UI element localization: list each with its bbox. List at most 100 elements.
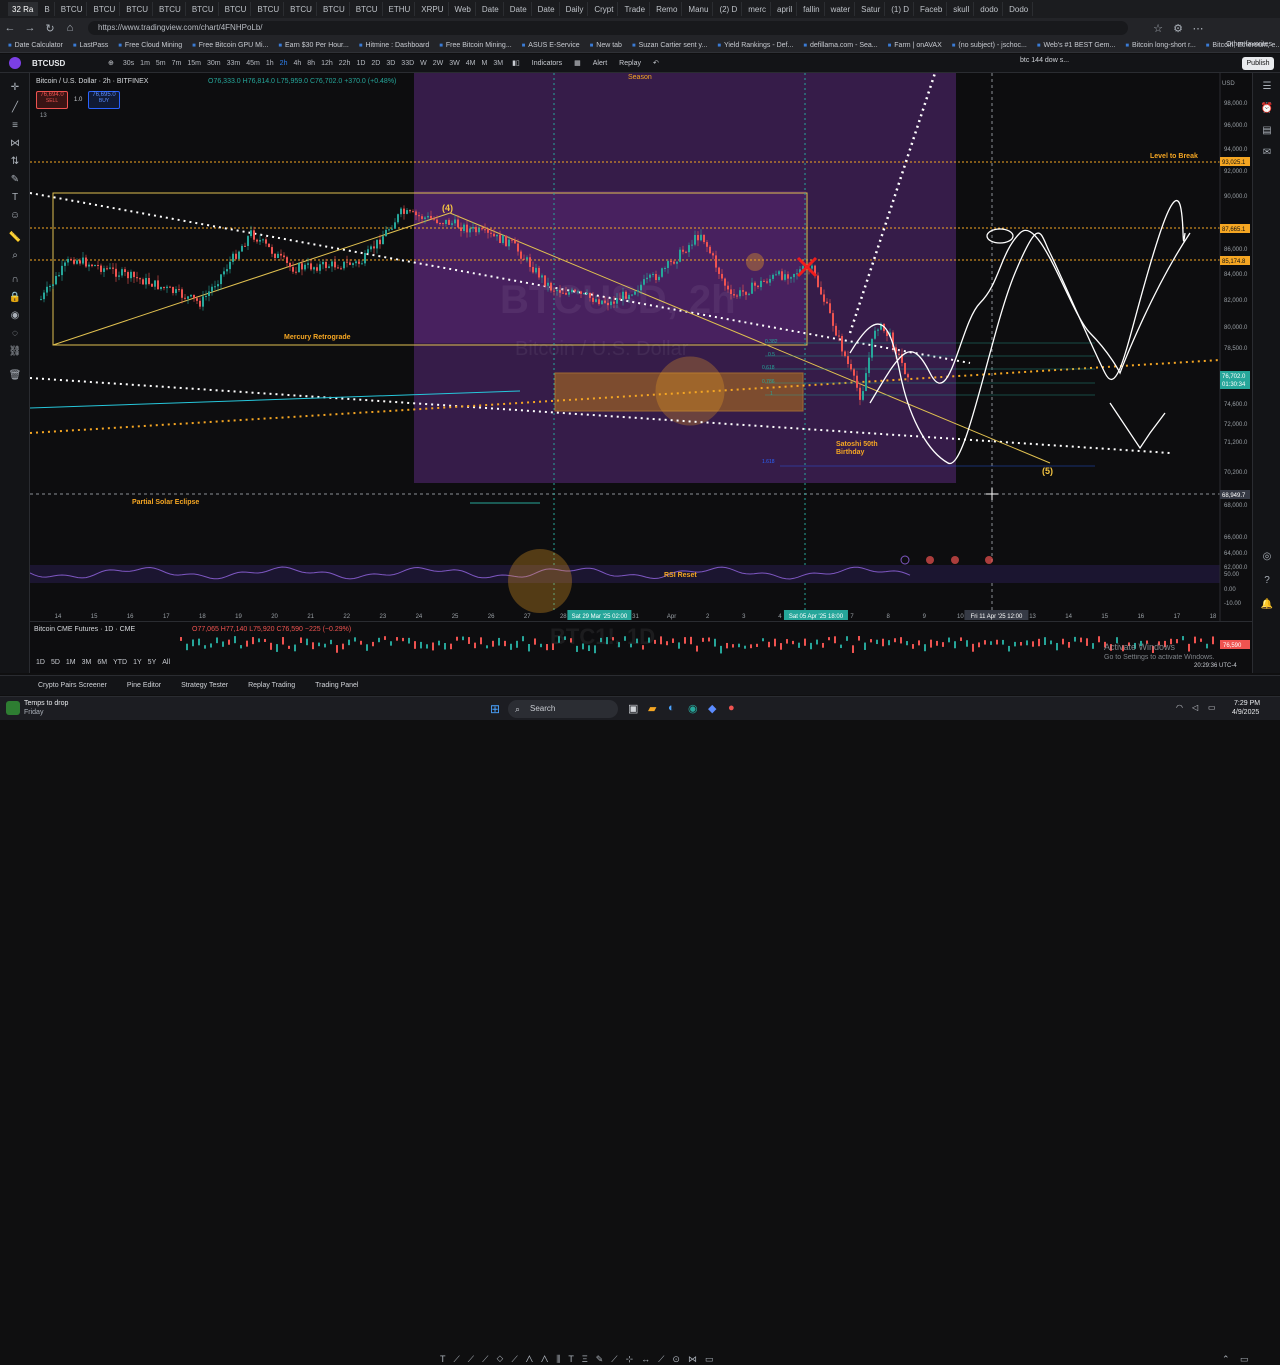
windows-start-icon[interactable]: ⊞ xyxy=(490,702,500,716)
browser-tab[interactable]: BTCU xyxy=(188,2,219,16)
tab-strategy-tester[interactable]: Strategy Tester xyxy=(171,682,238,689)
menu-icon[interactable]: ⋯ xyxy=(1188,22,1208,35)
range-button[interactable]: 5D xyxy=(51,659,60,666)
range-button[interactable]: 6M xyxy=(97,659,107,666)
timeframe-option[interactable]: 30s xyxy=(120,60,137,67)
range-button[interactable]: 5Y xyxy=(148,659,157,666)
browser-tab[interactable]: B xyxy=(40,2,55,16)
user-avatar[interactable] xyxy=(9,57,21,69)
file-explorer-icon[interactable]: ▰ xyxy=(648,702,656,715)
browser-tab[interactable]: (1) D xyxy=(887,2,915,16)
timeframe-option[interactable]: 12h xyxy=(318,60,336,67)
browser-tab[interactable]: skull xyxy=(949,2,975,16)
link-icon[interactable]: ⛓ xyxy=(8,345,22,359)
volume-icon[interactable]: ◁ xyxy=(1192,703,1198,712)
bookmark-item[interactable]: Suzan Cartier sent y... xyxy=(632,42,708,49)
timeframe-option[interactable]: 45m xyxy=(243,60,263,67)
timeframe-option[interactable]: 22h xyxy=(336,60,354,67)
trendline-icon[interactable]: ╱ xyxy=(8,101,22,115)
battery-icon[interactable]: ▭ xyxy=(1208,703,1216,712)
app-icon[interactable]: ◆ xyxy=(708,702,716,715)
weather-icon[interactable] xyxy=(6,701,20,715)
emoji-icon[interactable]: ☺ xyxy=(8,209,22,223)
timeframe-option[interactable]: W xyxy=(417,60,430,67)
buy-button[interactable]: 76,695.0 BUY xyxy=(88,91,120,109)
timeframe-option[interactable]: 7m xyxy=(169,60,185,67)
symbol-search[interactable]: BTCUSD xyxy=(32,59,102,68)
timeframe-option[interactable]: 33m xyxy=(224,60,244,67)
timeframe-option[interactable]: 2D xyxy=(368,60,383,67)
bookmark-item[interactable]: Web's #1 BEST Gem... xyxy=(1037,42,1115,49)
bookmark-item[interactable]: ASUS E-Service xyxy=(522,42,579,49)
browser-tab[interactable]: Faceb xyxy=(916,2,948,16)
collapse-panel-icon[interactable]: ⌃ xyxy=(1222,1354,1230,1365)
brush-icon[interactable]: ✎ xyxy=(8,173,22,187)
prediction-icon[interactable]: ⇅ xyxy=(8,155,22,169)
star-icon[interactable]: ☆ xyxy=(1148,22,1168,35)
browser-tab[interactable]: Daily xyxy=(562,2,589,16)
timeframe-option[interactable]: 1m xyxy=(137,60,153,67)
timeframe-option[interactable]: M xyxy=(478,60,490,67)
browser-tab[interactable]: Manu xyxy=(684,2,714,16)
taskbar-search[interactable]: ⌕ Search xyxy=(508,700,618,718)
bookmark-item[interactable]: New tab xyxy=(590,42,622,49)
timeframe-option[interactable]: 1h xyxy=(263,60,277,67)
forward-icon[interactable]: → xyxy=(20,22,40,34)
browser-tab[interactable]: Dodo xyxy=(1005,2,1034,16)
text-icon[interactable]: T xyxy=(8,191,22,205)
sell-button[interactable]: 76,694.0 SELL xyxy=(36,91,68,109)
browser-tab[interactable]: dodo xyxy=(976,2,1004,16)
browser-tab[interactable]: BTCU xyxy=(89,2,121,16)
browser-tab[interactable]: Web xyxy=(451,2,476,16)
bookmark-item[interactable]: Free Bitcoin GPU Mi... xyxy=(192,42,269,49)
timeframe-option[interactable]: 30m xyxy=(204,60,224,67)
timeframe-option[interactable]: 33D xyxy=(398,60,417,67)
browser-tab[interactable]: BTCU xyxy=(352,2,383,16)
browser-tab[interactable]: BTCU xyxy=(57,2,88,16)
range-button[interactable]: 1D xyxy=(36,659,45,666)
bookmark-item[interactable]: Bitcoin long-short r... xyxy=(1125,42,1196,49)
timeframe-option[interactable]: 1D xyxy=(353,60,368,67)
alerts-icon[interactable]: ⏰ xyxy=(1260,103,1274,117)
edge-icon[interactable]: ◐ xyxy=(668,702,675,714)
browser-tab[interactable]: water xyxy=(827,2,856,16)
timeframe-option[interactable]: 3W xyxy=(446,60,463,67)
bookmark-item[interactable]: Date Calculator xyxy=(8,42,63,49)
bookmark-item[interactable]: Earn $30 Per Hour... xyxy=(278,42,349,49)
app-icon-2[interactable]: ● xyxy=(728,702,735,714)
publish-button[interactable]: Publish xyxy=(1242,57,1274,70)
price-axis[interactable]: 98,000.0 96,000.0 94,000.0 92,000.0 90,000.0… xyxy=(1224,101,1248,571)
range-button[interactable]: All xyxy=(162,659,170,666)
browser-tab[interactable]: merc xyxy=(744,2,771,16)
timeframe-option[interactable]: 2W xyxy=(430,60,447,67)
home-icon[interactable]: ⌂ xyxy=(60,22,80,34)
timeframe-option[interactable]: 3D xyxy=(383,60,398,67)
chart-canvas[interactable]: (4) (5) Mercury Retrograde Partial Solar… xyxy=(29,72,1252,621)
chart-type-icon[interactable]: ▮▯ xyxy=(506,59,526,67)
add-symbol-icon[interactable]: ⊕ xyxy=(102,59,120,67)
browser-tab[interactable]: (2) D xyxy=(715,2,743,16)
timeframe-option[interactable]: 4M xyxy=(463,60,479,67)
eye-icon[interactable]: ◉ xyxy=(8,309,22,323)
crosshair-icon[interactable]: ✛ xyxy=(8,81,22,95)
timeframe-option[interactable]: 5m xyxy=(153,60,169,67)
ideas-icon[interactable]: ◎ xyxy=(1260,551,1274,565)
browser-tab[interactable]: 32 Ra xyxy=(8,2,39,16)
browser-tab[interactable]: Remo xyxy=(652,2,683,16)
data-window-icon[interactable]: ▤ xyxy=(1260,125,1274,139)
browser-tab[interactable]: BTCU xyxy=(319,2,350,16)
timeframe-option[interactable]: 2h xyxy=(277,60,291,67)
reload-icon[interactable]: ↻ xyxy=(40,22,60,35)
weather-title[interactable]: Temps to drop xyxy=(24,700,68,707)
maximize-panel-icon[interactable]: ▭ xyxy=(1240,1354,1249,1365)
browser-tab[interactable]: Date xyxy=(478,2,504,16)
bookmark-item[interactable]: Free Cloud Mining xyxy=(118,42,182,49)
browser-tab[interactable]: BTCU xyxy=(221,2,252,16)
task-view-icon[interactable]: ▣ xyxy=(628,702,638,715)
bookmark-item[interactable]: Free Bitcoin Mining... xyxy=(439,42,512,49)
url-field[interactable]: https://www.tradingview.com/chart/4FNHPo… xyxy=(88,21,1128,35)
help-icon[interactable]: ? xyxy=(1260,575,1274,589)
browser-tab[interactable]: april xyxy=(773,2,798,16)
layout-name[interactable]: btc 144 dow s... xyxy=(1020,57,1069,64)
tab-screener[interactable]: Crypto Pairs Screener xyxy=(28,682,117,689)
